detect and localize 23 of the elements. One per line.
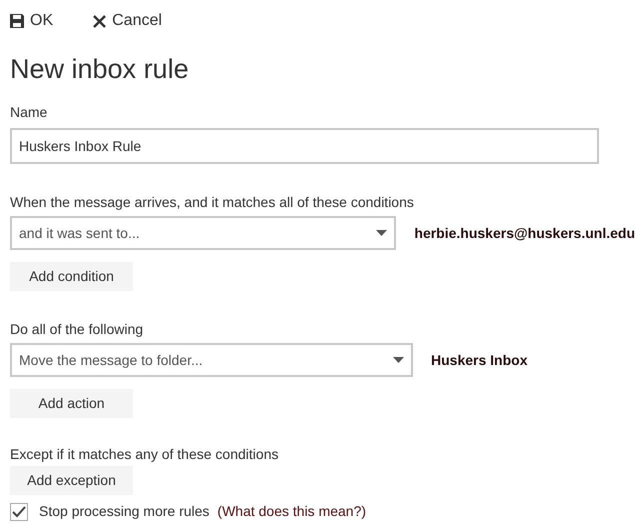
check-icon (12, 506, 26, 518)
cancel-button[interactable]: Cancel (93, 9, 162, 33)
selected-value: herbie.huskers@huskers.unl.edu (414, 224, 635, 242)
checkbox-label: Stop processing more rules (39, 502, 210, 521)
dropdown[interactable]: Move the message to folder... (10, 343, 413, 377)
selected-value: Huskers Inbox (431, 350, 528, 370)
add-button[interactable]: Add exception (10, 466, 133, 495)
caret-icon (376, 230, 388, 236)
name-field[interactable]: Huskers Inbox Rule (10, 128, 599, 164)
section-label: Except if it matches any of these conditions (10, 445, 278, 464)
caret-icon (393, 357, 404, 363)
help-link[interactable]: (What does this mean?) (217, 501, 366, 522)
page-title: New inbox rule (10, 53, 189, 86)
dropdown[interactable]: and it was sent to... (10, 216, 396, 250)
section-label: When the message arrives, and it matches all of these conditions (10, 193, 414, 212)
field-label: Name (10, 103, 48, 122)
section-label: Do all of the following (10, 320, 144, 339)
close-icon (93, 14, 106, 28)
ok-button[interactable]: OK (10, 9, 54, 33)
add-button[interactable]: Add condition (10, 262, 133, 291)
checkbox[interactable] (10, 502, 28, 520)
add-button[interactable]: Add action (10, 389, 133, 418)
save-icon (10, 14, 24, 28)
